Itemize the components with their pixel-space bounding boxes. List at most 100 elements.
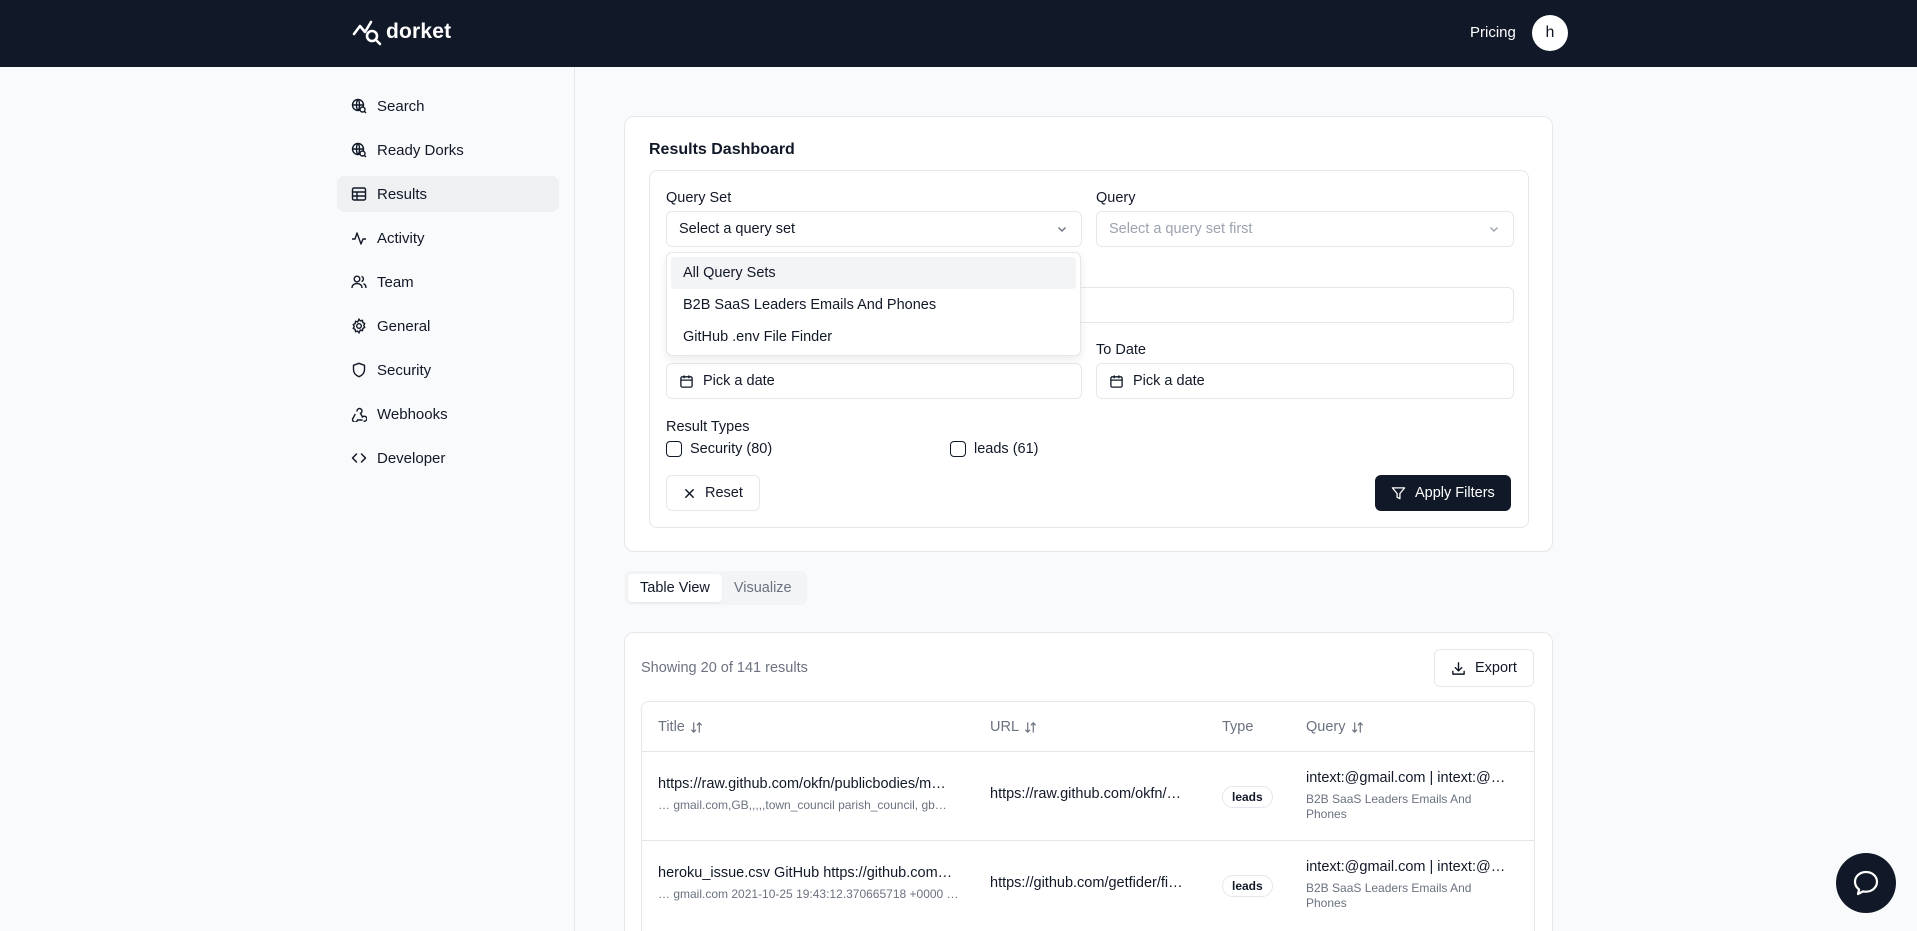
- sidebar-item-label: Developer: [377, 449, 446, 467]
- row-query: intext:@gmail.com | intext:@…: [1306, 859, 1506, 875]
- brand-name: dorket: [386, 20, 452, 43]
- row-title[interactable]: heroku_issue.csv GitHub https://github.c…: [658, 865, 960, 881]
- column-header-title[interactable]: Title: [658, 702, 703, 752]
- from-date-value: Pick a date: [703, 373, 775, 389]
- dropdown-option-github-env[interactable]: GitHub .env File Finder: [671, 321, 1076, 353]
- column-header-label: Type: [1222, 719, 1254, 735]
- webhook-icon: [351, 407, 367, 422]
- query-set-select[interactable]: Select a query set: [666, 211, 1082, 247]
- row-query-set: B2B SaaS Leaders Emails And Phones: [1306, 792, 1472, 821]
- row-query-set: B2B SaaS Leaders Emails And Phones: [1306, 881, 1472, 910]
- chat-icon: [1853, 870, 1879, 896]
- chevron-down-icon: [1058, 227, 1066, 232]
- sidebar-item-label: General: [377, 317, 431, 335]
- sidebar-item-label: Results: [377, 185, 428, 203]
- chevron-down-icon: [1490, 227, 1498, 232]
- query-set-dropdown: All Query Sets B2B SaaS Leaders Emails A…: [666, 252, 1081, 356]
- sidebar-item-results[interactable]: Results: [337, 176, 559, 212]
- query-select[interactable]: Select a query set first: [1096, 211, 1514, 247]
- from-date-picker[interactable]: Pick a date: [666, 363, 1082, 399]
- results-count: Showing 20 of 141 results: [641, 660, 808, 676]
- checkbox[interactable]: [950, 441, 966, 457]
- sort-icon: [1025, 721, 1036, 733]
- brand-logo[interactable]: dorket: [352, 18, 451, 46]
- pricing-link[interactable]: Pricing: [1470, 24, 1516, 41]
- query-set-select-value: Select a query set: [679, 221, 796, 237]
- divider: [642, 840, 1534, 841]
- users-icon: [351, 275, 367, 289]
- result-type-label: leads (61): [974, 441, 1039, 457]
- type-badge: leads: [1222, 786, 1273, 808]
- row-query: intext:@gmail.com | intext:@…: [1306, 770, 1506, 786]
- tab-visualize[interactable]: Visualize: [722, 574, 804, 602]
- dropdown-option-all-query-sets[interactable]: All Query Sets: [671, 257, 1076, 289]
- sidebar: Search Ready Dorks Results Activity Team…: [0, 67, 575, 931]
- column-header-query[interactable]: Query: [1306, 702, 1364, 752]
- tab-table-view[interactable]: Table View: [628, 574, 722, 602]
- sidebar-item-developer[interactable]: Developer: [337, 440, 559, 476]
- search-globe-icon: [351, 98, 367, 114]
- table-icon: [351, 187, 367, 201]
- activity-icon: [352, 232, 366, 245]
- sidebar-item-activity[interactable]: Activity: [337, 220, 559, 256]
- export-label: Export: [1475, 660, 1517, 676]
- sidebar-item-security[interactable]: Security: [337, 352, 559, 388]
- shield-icon: [352, 362, 366, 378]
- search-globe-icon: [351, 142, 367, 158]
- sidebar-item-label: Search: [377, 97, 425, 115]
- close-icon: [685, 488, 694, 498]
- dropdown-option-b2b-saas[interactable]: B2B SaaS Leaders Emails And Phones: [671, 289, 1076, 321]
- row-title[interactable]: https://raw.github.com/okfn/publicbodies…: [658, 776, 960, 792]
- reset-label: Reset: [705, 485, 743, 501]
- sort-icon: [690, 721, 702, 733]
- download-icon: [1452, 661, 1465, 675]
- row-url[interactable]: https://github.com/getfider/fi…: [990, 875, 1195, 891]
- user-avatar[interactable]: h: [1532, 15, 1568, 51]
- divider: [642, 751, 1534, 752]
- to-date-value: Pick a date: [1133, 373, 1205, 389]
- reset-button[interactable]: Reset: [666, 475, 760, 511]
- export-button[interactable]: Export: [1434, 649, 1534, 687]
- sidebar-item-general[interactable]: General: [337, 308, 559, 344]
- query-set-label: Query Set: [666, 190, 732, 206]
- column-header-url[interactable]: URL: [990, 702, 1037, 752]
- query-label: Query: [1096, 190, 1136, 206]
- sidebar-item-search[interactable]: Search: [337, 88, 559, 124]
- type-badge: leads: [1222, 875, 1273, 897]
- apply-filters-label: Apply Filters: [1415, 485, 1495, 501]
- sidebar-item-label: Security: [377, 361, 432, 379]
- top-navbar: dorket Pricing h: [0, 0, 1917, 67]
- result-type-security[interactable]: Security (80): [666, 441, 772, 457]
- gear-icon: [352, 318, 366, 334]
- query-select-value: Select a query set first: [1109, 221, 1253, 237]
- sidebar-item-label: Team: [377, 273, 414, 291]
- row-url[interactable]: https://raw.github.com/okfn/…: [990, 786, 1195, 802]
- to-date-label: To Date: [1096, 342, 1146, 358]
- sidebar-item-ready-dorks[interactable]: Ready Dorks: [337, 132, 559, 168]
- apply-filters-button[interactable]: Apply Filters: [1375, 475, 1511, 511]
- sort-icon: [1351, 721, 1363, 733]
- results-table: Title URL Type Query https://raw.github.…: [641, 701, 1535, 931]
- chat-widget-button[interactable]: [1836, 853, 1896, 913]
- row-snippet: … gmail.com,GB,,,,,town_council parish_c…: [658, 798, 947, 812]
- result-type-label: Security (80): [690, 441, 773, 457]
- checkbox[interactable]: [666, 441, 682, 457]
- sidebar-item-team[interactable]: Team: [337, 264, 559, 300]
- column-header-label: Title: [658, 719, 685, 735]
- result-type-leads[interactable]: leads (61): [950, 441, 1038, 457]
- code-icon: [351, 453, 367, 463]
- sidebar-item-label: Webhooks: [377, 405, 448, 423]
- filter-icon: [1391, 486, 1406, 499]
- result-types-label: Result Types: [666, 419, 750, 435]
- results-card: Showing 20 of 141 results Export Title U…: [624, 632, 1553, 931]
- logo-icon: [352, 20, 382, 46]
- column-header-label: URL: [990, 719, 1020, 735]
- calendar-icon: [1110, 374, 1123, 388]
- column-header-type: Type: [1222, 702, 1253, 752]
- sidebar-item-webhooks[interactable]: Webhooks: [337, 396, 559, 432]
- sidebar-item-label: Ready Dorks: [377, 141, 464, 159]
- view-tabs: Table View Visualize: [625, 571, 807, 605]
- sidebar-item-label: Activity: [377, 229, 425, 247]
- calendar-icon: [680, 374, 693, 388]
- to-date-picker[interactable]: Pick a date: [1096, 363, 1514, 399]
